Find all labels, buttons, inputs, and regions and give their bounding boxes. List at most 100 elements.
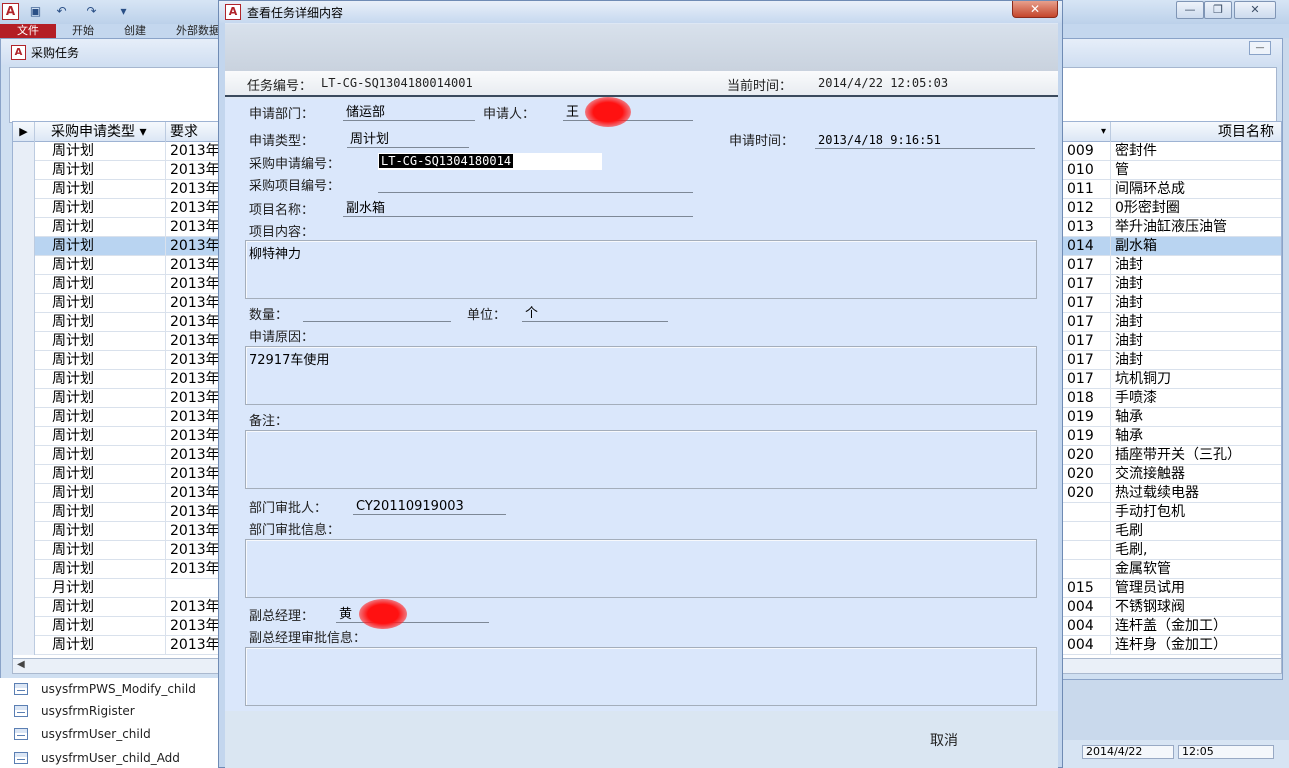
row-selector[interactable] (13, 446, 35, 465)
cell-code[interactable]: 004 (1063, 636, 1111, 655)
unit-field[interactable]: 个 (522, 305, 668, 322)
dept-field[interactable]: 储运部 (343, 104, 475, 121)
cell-code[interactable]: 011 (1063, 180, 1111, 199)
cell-project-name[interactable]: 插座带开关（三孔） (1111, 446, 1281, 465)
cell-type[interactable]: 周计划 (48, 256, 166, 275)
cell-code[interactable] (1063, 522, 1111, 541)
cell-code[interactable]: 009 (1063, 142, 1111, 161)
row-selector[interactable] (13, 484, 35, 503)
undo-icon[interactable]: ↶ (54, 4, 69, 19)
cell-required-date[interactable]: 2013年 (166, 503, 226, 522)
cell-project-name[interactable]: 热过载续电器 (1111, 484, 1281, 503)
cell-project-name[interactable]: 连杆身（金加工） (1111, 636, 1281, 655)
cell-project-name[interactable]: 0形密封圈 (1111, 199, 1281, 218)
cell-required-date[interactable]: 2013年 (166, 351, 226, 370)
cell-code[interactable]: 019 (1063, 408, 1111, 427)
cell-code[interactable]: 017 (1063, 294, 1111, 313)
cell-project-name[interactable]: 管理员试用 (1111, 579, 1281, 598)
cell-project-name[interactable]: 轴承 (1111, 408, 1281, 427)
ribbon-tab-home[interactable]: 开始 (72, 24, 94, 38)
row-selector[interactable] (13, 427, 35, 446)
customize-icon[interactable]: ▾ (116, 4, 131, 19)
cell-required-date[interactable]: 2013年 (166, 161, 226, 180)
vgm-info-textarea[interactable] (245, 647, 1037, 706)
dept-info-textarea[interactable] (245, 539, 1037, 598)
cell-type[interactable]: 周计划 (48, 332, 166, 351)
cell-type[interactable]: 周计划 (48, 408, 166, 427)
row-selector[interactable] (13, 522, 35, 541)
redo-icon[interactable]: ↷ (84, 4, 99, 19)
cell-required-date[interactable]: 2013年 (166, 522, 226, 541)
row-selector[interactable] (13, 256, 35, 275)
cell-project-name[interactable]: 密封件 (1111, 142, 1281, 161)
cell-type[interactable]: 周计划 (48, 427, 166, 446)
cell-project-name[interactable]: 交流接触器 (1111, 465, 1281, 484)
nav-item-user-child-add[interactable]: usysfrmUser_child_Add (14, 747, 180, 768)
cell-type[interactable]: 周计划 (48, 313, 166, 332)
cell-required-date[interactable]: 2013年 (166, 598, 226, 617)
cell-type[interactable]: 周计划 (48, 180, 166, 199)
row-selector[interactable] (13, 142, 35, 161)
project-name-field[interactable]: 副水箱 (343, 200, 693, 217)
row-selector[interactable] (13, 579, 35, 598)
cell-code[interactable]: 018 (1063, 389, 1111, 408)
cell-project-name[interactable]: 油封 (1111, 313, 1281, 332)
row-selector[interactable] (13, 180, 35, 199)
row-selector[interactable] (13, 351, 35, 370)
cell-required-date[interactable]: 2013年 (166, 256, 226, 275)
cell-type[interactable]: 周计划 (48, 465, 166, 484)
cell-project-name[interactable]: 不锈钢球阀 (1111, 598, 1281, 617)
row-selector[interactable] (13, 218, 35, 237)
cell-type[interactable]: 月计划 (48, 579, 166, 598)
row-selector[interactable] (13, 408, 35, 427)
cell-required-date[interactable]: 2013年 (166, 427, 226, 446)
project-no-field[interactable] (378, 176, 693, 193)
cell-code[interactable] (1063, 560, 1111, 579)
select-all-icon[interactable]: ▶ (13, 122, 35, 142)
cell-code[interactable]: 017 (1063, 370, 1111, 389)
cell-type[interactable]: 周计划 (48, 161, 166, 180)
cell-code[interactable]: 017 (1063, 256, 1111, 275)
minimize-icon[interactable]: — (1176, 1, 1204, 19)
cell-type[interactable]: 周计划 (48, 370, 166, 389)
content-textarea[interactable]: 柳特神力 (245, 240, 1037, 299)
cell-code[interactable]: 004 (1063, 617, 1111, 636)
cell-project-name[interactable]: 手动打包机 (1111, 503, 1281, 522)
cell-project-name[interactable]: 举升油缸液压油管 (1111, 218, 1281, 237)
cell-project-name[interactable]: 副水箱 (1111, 237, 1281, 256)
close-icon[interactable]: ✕ (1234, 1, 1276, 19)
cell-project-name[interactable]: 油封 (1111, 351, 1281, 370)
row-selector[interactable] (13, 199, 35, 218)
cell-required-date[interactable]: 2013年 (166, 313, 226, 332)
cell-type[interactable]: 周计划 (48, 142, 166, 161)
cell-project-name[interactable]: 油封 (1111, 256, 1281, 275)
cell-required-date[interactable]: 2013年 (166, 199, 226, 218)
cell-type[interactable]: 周计划 (48, 484, 166, 503)
row-selector[interactable] (13, 503, 35, 522)
scroll-left-icon[interactable]: ◀ (17, 659, 25, 670)
nav-item-pws-modify[interactable]: usysfrmPWS_Modify_child (14, 678, 196, 700)
cell-project-name[interactable]: 油封 (1111, 332, 1281, 351)
col-header-type[interactable]: 采购申请类型 ▾ (35, 122, 166, 142)
col-header-required[interactable]: 要求 (166, 122, 226, 142)
type-field[interactable]: 周计划 (347, 131, 469, 148)
cell-required-date[interactable] (166, 579, 226, 598)
cell-type[interactable]: 周计划 (48, 275, 166, 294)
row-selector[interactable] (13, 294, 35, 313)
cell-type[interactable]: 周计划 (48, 218, 166, 237)
cell-required-date[interactable]: 2013年 (166, 560, 226, 579)
cell-code[interactable]: 020 (1063, 484, 1111, 503)
cell-project-name[interactable]: 间隔环总成 (1111, 180, 1281, 199)
row-selector[interactable] (13, 389, 35, 408)
row-selector[interactable] (13, 636, 35, 655)
cell-project-name[interactable]: 轴承 (1111, 427, 1281, 446)
cell-code[interactable]: 015 (1063, 579, 1111, 598)
cell-required-date[interactable]: 2013年 (166, 142, 226, 161)
row-selector[interactable] (13, 161, 35, 180)
cell-code[interactable]: 017 (1063, 313, 1111, 332)
cell-code[interactable]: 013 (1063, 218, 1111, 237)
row-selector[interactable] (13, 332, 35, 351)
cell-required-date[interactable]: 2013年 (166, 465, 226, 484)
dept-approver-field[interactable]: CY20110919003 (353, 498, 506, 515)
apply-no-field[interactable]: LT-CG-SQ1304180014 (378, 153, 602, 170)
